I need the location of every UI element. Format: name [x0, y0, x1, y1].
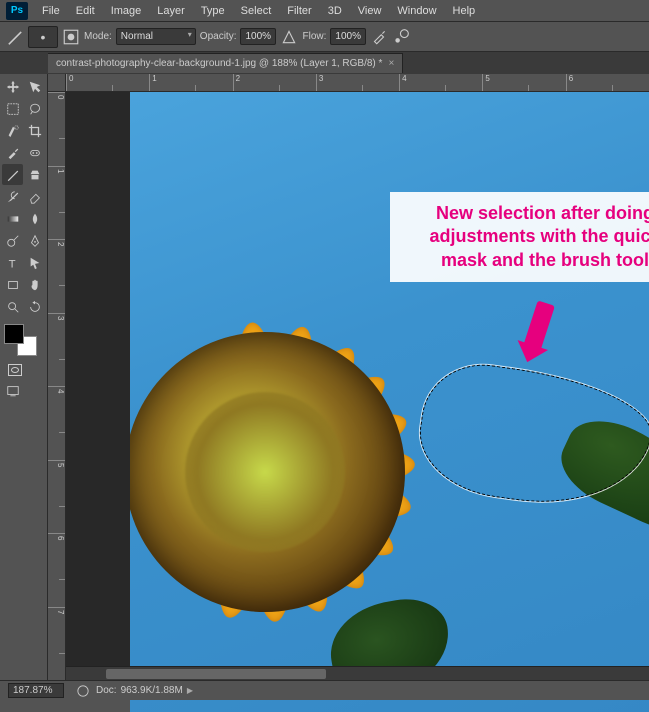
- pen-tool[interactable]: [24, 230, 45, 251]
- menu-bar: Ps File Edit Image Layer Type Select Fil…: [0, 0, 649, 22]
- flow-label: Flow:: [302, 31, 326, 42]
- menu-type[interactable]: Type: [193, 2, 233, 20]
- menu-help[interactable]: Help: [445, 2, 484, 20]
- menu-window[interactable]: Window: [389, 2, 444, 20]
- document-canvas[interactable]: New selection after doing adjustments wi…: [130, 92, 649, 712]
- pressure-size-icon[interactable]: [392, 28, 410, 46]
- opacity-input[interactable]: 100%: [240, 28, 276, 45]
- brush-panel-icon[interactable]: [62, 28, 80, 46]
- menu-layer[interactable]: Layer: [149, 2, 193, 20]
- spot-healing-tool[interactable]: [24, 142, 45, 163]
- horizontal-ruler[interactable]: 0 1 2 3 4 5 6: [66, 74, 649, 92]
- menu-file[interactable]: File: [34, 2, 68, 20]
- mode-select[interactable]: Normal: [116, 28, 196, 45]
- document-info[interactable]: Doc: 963.9K/1.88M ▶: [74, 682, 193, 700]
- ruler-tick: 0: [66, 74, 149, 91]
- horizontal-scrollbar[interactable]: [66, 666, 649, 680]
- document-tab-bar: contrast-photography-clear-background-1.…: [0, 52, 649, 74]
- ruler-tick: 3: [48, 313, 65, 387]
- brush-tool-icon: [6, 28, 24, 46]
- ruler-tick: 4: [48, 386, 65, 460]
- menu-filter[interactable]: Filter: [279, 2, 319, 20]
- annotation-callout: New selection after doing adjustments wi…: [390, 192, 649, 282]
- history-brush-tool[interactable]: [2, 186, 23, 207]
- crop-tool[interactable]: [24, 120, 45, 141]
- opacity-label: Opacity:: [200, 31, 237, 42]
- info-icon: [74, 682, 92, 700]
- ruler-tick: 5: [482, 74, 565, 91]
- marquee-tool[interactable]: [2, 98, 23, 119]
- color-swatches[interactable]: [4, 324, 45, 356]
- scrollbar-thumb[interactable]: [106, 669, 326, 679]
- doc-info-value: 963.9K/1.88M: [121, 685, 183, 696]
- zoom-level-input[interactable]: 187.87%: [8, 683, 64, 698]
- svg-text:T: T: [8, 258, 15, 270]
- quick-selection-tool[interactable]: [2, 120, 23, 141]
- toolbox: T: [0, 74, 48, 680]
- type-tool[interactable]: T: [2, 252, 23, 273]
- menu-image[interactable]: Image: [103, 2, 150, 20]
- image-flower-center: [130, 332, 405, 612]
- dodge-tool[interactable]: [2, 230, 23, 251]
- ruler-tick: 0: [48, 92, 65, 166]
- menu-view[interactable]: View: [350, 2, 390, 20]
- lasso-tool[interactable]: [24, 98, 45, 119]
- ruler-tick: 3: [316, 74, 399, 91]
- ruler-tick: 6: [566, 74, 649, 91]
- gradient-tool[interactable]: [2, 208, 23, 229]
- workspace: T 0 1 2 3 4 5 6 0 1 2 3 4 5: [0, 74, 649, 680]
- menu-select[interactable]: Select: [233, 2, 280, 20]
- menu-3d[interactable]: 3D: [320, 2, 350, 20]
- move-tool[interactable]: [2, 76, 23, 97]
- eyedropper-tool[interactable]: [2, 142, 23, 163]
- brush-tool[interactable]: [2, 164, 23, 185]
- info-flyout-icon[interactable]: ▶: [187, 686, 193, 695]
- quick-mask-toggle[interactable]: [4, 361, 25, 379]
- ruler-tick: 1: [149, 74, 232, 91]
- clone-stamp-tool[interactable]: [24, 164, 45, 185]
- foreground-color-swatch[interactable]: [4, 324, 24, 344]
- ruler-tick: 2: [48, 239, 65, 313]
- mode-label: Mode:: [84, 31, 112, 42]
- ruler-tick: 7: [48, 607, 65, 681]
- options-bar: • 20 Mode: Normal Opacity: 100% Flow: 10…: [0, 22, 649, 52]
- blur-tool[interactable]: [24, 208, 45, 229]
- ruler-tick: 5: [48, 460, 65, 534]
- brush-preset-picker[interactable]: • 20: [28, 26, 58, 48]
- path-selection-tool[interactable]: [24, 252, 45, 273]
- app-logo: Ps: [6, 2, 28, 20]
- canvas-area: 0 1 2 3 4 5 6 0 1 2 3 4 5 6 7: [48, 74, 649, 680]
- screen-mode-icon[interactable]: [2, 380, 23, 401]
- rectangle-tool[interactable]: [2, 274, 23, 295]
- document-tab-title: contrast-photography-clear-background-1.…: [56, 58, 382, 69]
- doc-info-label: Doc:: [96, 685, 117, 696]
- hand-tool[interactable]: [24, 274, 45, 295]
- menu-edit[interactable]: Edit: [68, 2, 103, 20]
- flow-input[interactable]: 100%: [330, 28, 366, 45]
- ruler-origin[interactable]: [48, 74, 66, 92]
- airbrush-icon[interactable]: [370, 28, 388, 46]
- vertical-ruler[interactable]: 0 1 2 3 4 5 6 7: [48, 92, 66, 680]
- zoom-tool[interactable]: [2, 296, 23, 317]
- ruler-tick: 1: [48, 166, 65, 240]
- artboard-tool[interactable]: [24, 76, 45, 97]
- eraser-tool[interactable]: [24, 186, 45, 207]
- document-tab[interactable]: contrast-photography-clear-background-1.…: [48, 53, 403, 73]
- status-bar: 187.87% Doc: 963.9K/1.88M ▶: [0, 680, 649, 700]
- rotate-view-tool[interactable]: [24, 296, 45, 317]
- ruler-tick: 6: [48, 533, 65, 607]
- annotation-text: New selection after doing adjustments wi…: [404, 202, 649, 272]
- ruler-tick: 2: [233, 74, 316, 91]
- ruler-tick: 4: [399, 74, 482, 91]
- close-tab-icon[interactable]: ×: [388, 58, 394, 69]
- pressure-opacity-icon[interactable]: [280, 28, 298, 46]
